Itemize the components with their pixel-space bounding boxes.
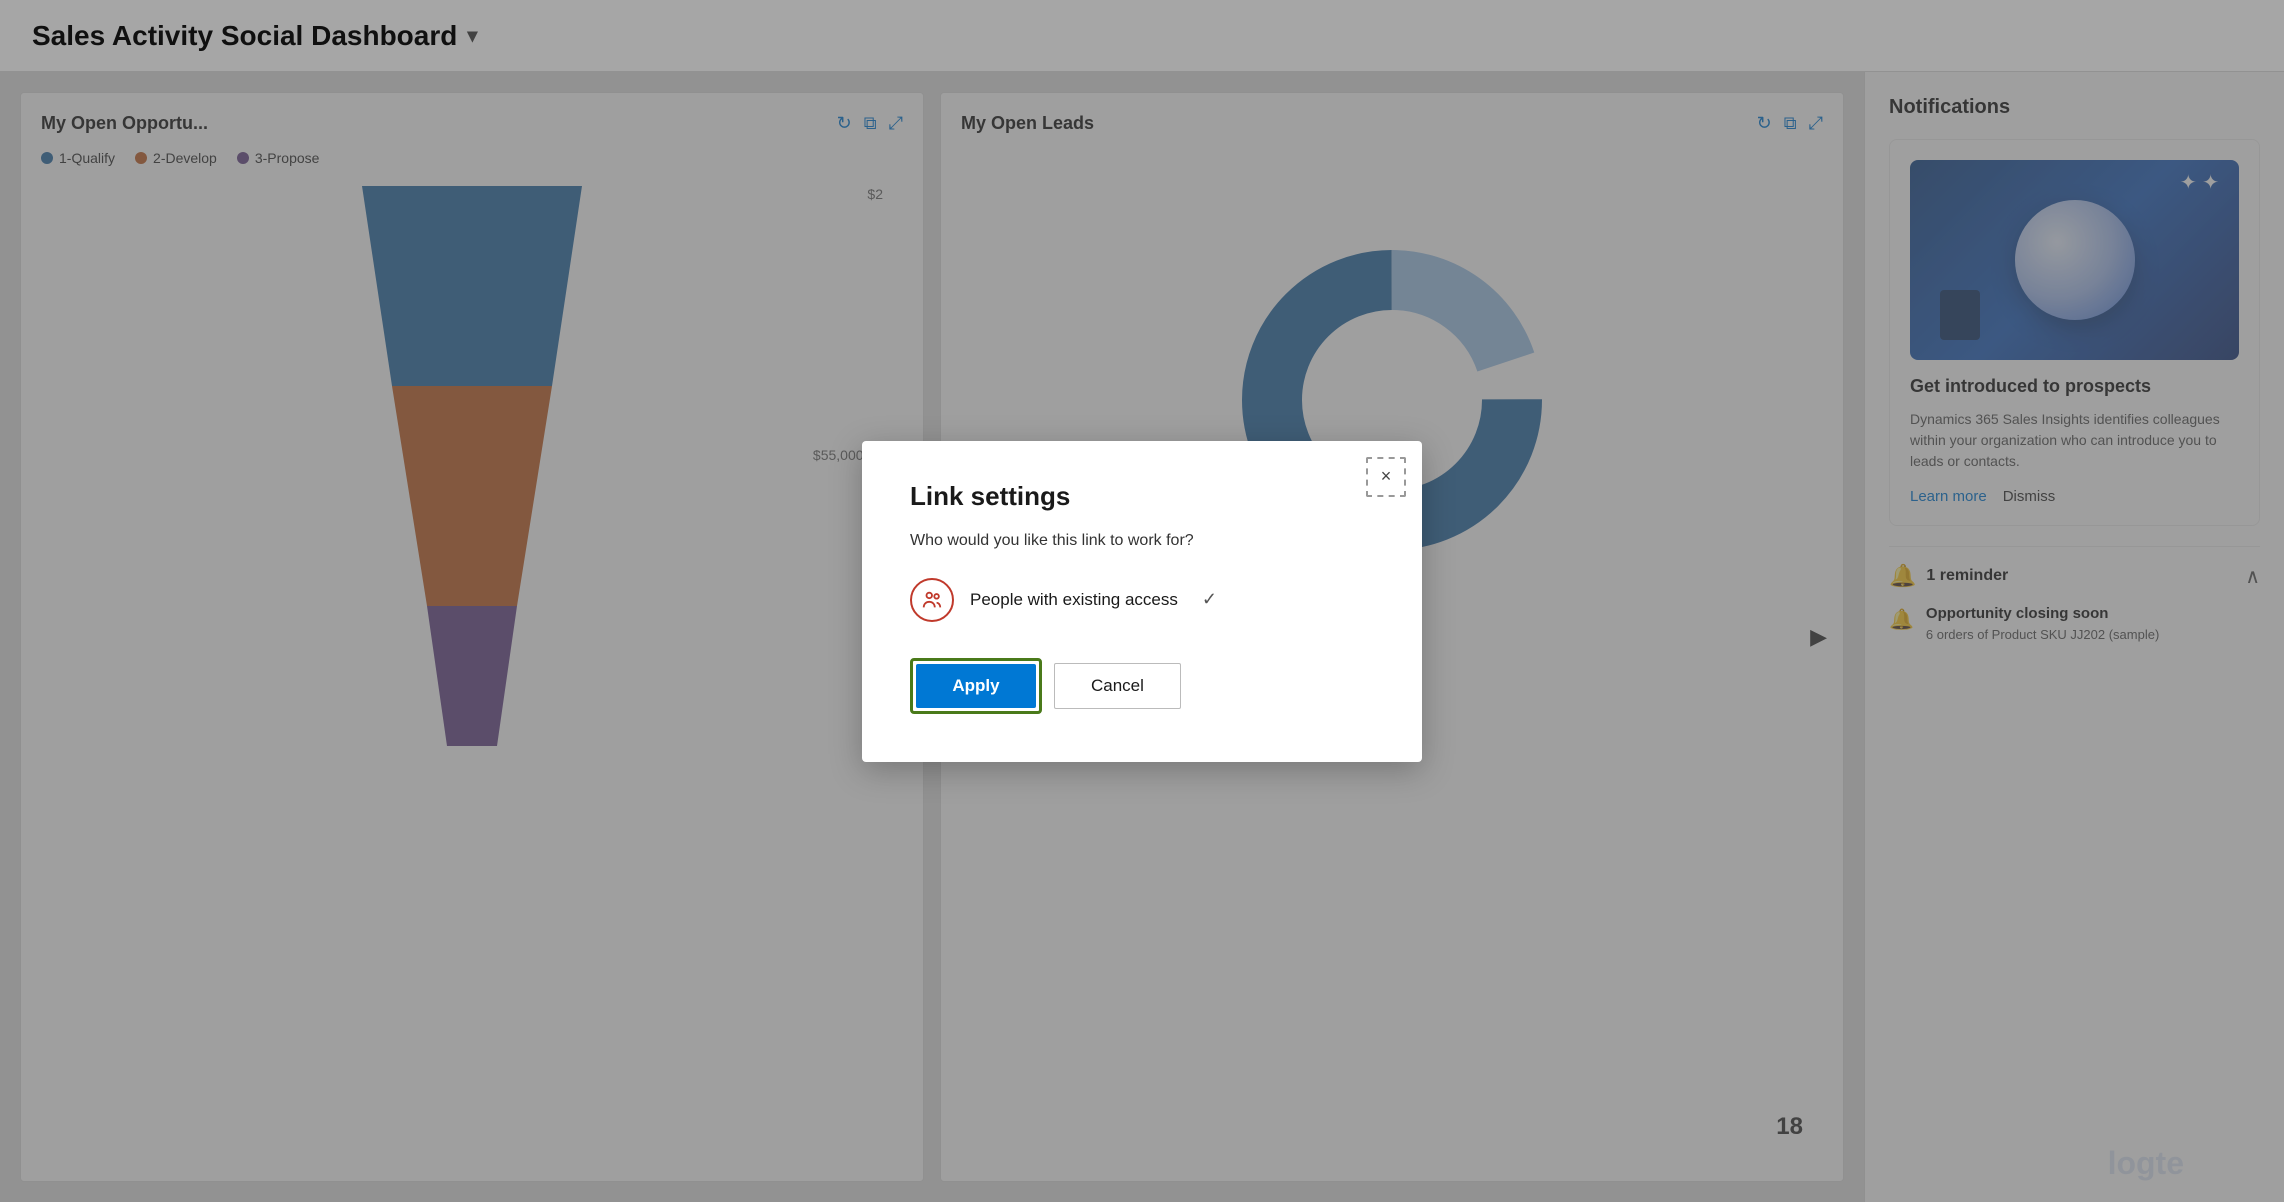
modal-buttons: Apply Cancel: [910, 658, 1374, 714]
option-row: People with existing access ✓: [910, 578, 1374, 622]
people-icon-svg: [921, 589, 943, 611]
apply-button-wrapper: Apply: [910, 658, 1042, 714]
existing-access-icon: [910, 578, 954, 622]
modal-overlay: × Link settings Who would you like this …: [0, 0, 2284, 1202]
cancel-button[interactable]: Cancel: [1054, 663, 1181, 709]
checkmark-icon: ✓: [1202, 589, 1217, 610]
apply-button[interactable]: Apply: [916, 664, 1036, 708]
modal-close-button[interactable]: ×: [1366, 457, 1406, 497]
modal-subtitle: Who would you like this link to work for…: [910, 532, 1374, 550]
modal-title: Link settings: [910, 481, 1374, 512]
link-settings-modal: × Link settings Who would you like this …: [862, 441, 1422, 762]
option-label: People with existing access: [970, 590, 1178, 610]
